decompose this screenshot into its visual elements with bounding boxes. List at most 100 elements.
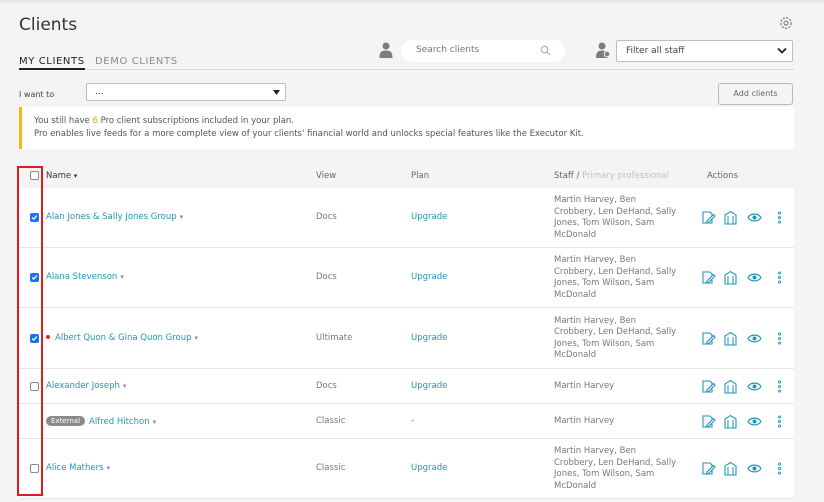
table-row[interactable]: External Alfred Hitchon ▾ Classic - Martin Ha… bbox=[19, 404, 794, 439]
edit-document-icon[interactable] bbox=[701, 270, 716, 285]
view-icon[interactable] bbox=[747, 461, 762, 476]
row-checkbox[interactable] bbox=[30, 381, 39, 391]
tab-my-clients[interactable]: MY CLIENTS bbox=[19, 56, 85, 70]
staff-line: McDonald bbox=[554, 229, 597, 240]
staff-line: Crobbery, Len DeHand, Sally bbox=[554, 327, 677, 337]
upgrade-link[interactable]: Upgrade bbox=[411, 272, 447, 282]
header-view: View bbox=[316, 171, 337, 181]
row-actions bbox=[701, 331, 782, 347]
staff-line: Jones, Tom Wilson, Sam bbox=[554, 218, 655, 228]
client-name-link[interactable]: Alice Mathers ▾ bbox=[46, 463, 110, 473]
client-staff: Martin Harvey, Ben Crobbery, Len DeHand, … bbox=[554, 195, 699, 241]
vault-icon[interactable] bbox=[723, 210, 738, 225]
edit-document-icon[interactable] bbox=[701, 210, 716, 225]
staff-filter-value: Filter all staff bbox=[626, 46, 685, 56]
view-icon[interactable] bbox=[747, 414, 762, 429]
staff-line: Martin Harvey bbox=[554, 415, 615, 426]
caret-down-icon[interactable]: ▾ bbox=[153, 418, 157, 426]
client-view: Docs bbox=[316, 272, 337, 282]
row-checkbox[interactable] bbox=[30, 333, 39, 343]
staff-line: Martin Harvey bbox=[554, 380, 615, 391]
row-actions bbox=[701, 414, 782, 430]
client-view: Docs bbox=[316, 380, 337, 391]
staff-line: Martin Harvey, Ben bbox=[554, 195, 637, 205]
notice-text-after: Pro client subscriptions included in you… bbox=[97, 116, 295, 126]
more-icon[interactable] bbox=[772, 210, 787, 225]
view-icon[interactable] bbox=[747, 379, 762, 394]
caret-down-icon[interactable]: ▾ bbox=[180, 213, 184, 221]
client-name: Alfred Hitchon bbox=[89, 416, 150, 427]
view-icon[interactable] bbox=[747, 210, 762, 225]
vault-icon[interactable] bbox=[723, 461, 738, 476]
view-icon[interactable] bbox=[747, 270, 762, 285]
caret-down-icon[interactable]: ▾ bbox=[120, 273, 124, 281]
table-row[interactable]: Alana Stevenson ▾ Docs Upgrade Martin Harvey… bbox=[19, 248, 794, 308]
row-checkbox[interactable] bbox=[30, 273, 39, 282]
notice-text-before: You still have bbox=[34, 116, 93, 126]
header-name[interactable]: Name ▾ bbox=[46, 171, 77, 181]
gear-icon[interactable] bbox=[778, 15, 794, 31]
vault-icon[interactable] bbox=[723, 331, 738, 346]
client-plan: - bbox=[411, 415, 415, 426]
staff-line: McDonald bbox=[554, 480, 597, 491]
client-staff: Martin Harvey, Ben Crobbery, Len DeHand, … bbox=[554, 446, 699, 492]
upgrade-link[interactable]: Upgrade bbox=[411, 333, 447, 343]
top-divider bbox=[0, 0, 824, 3]
upgrade-link[interactable]: Upgrade bbox=[411, 212, 447, 222]
add-clients-button[interactable]: Add clients bbox=[718, 83, 793, 105]
more-icon[interactable] bbox=[772, 461, 787, 476]
edit-document-icon[interactable] bbox=[701, 414, 716, 429]
tab-demo-clients[interactable]: DEMO CLIENTS bbox=[95, 56, 178, 67]
edit-document-icon[interactable] bbox=[701, 461, 716, 476]
staff-filter-select[interactable]: Filter all staff bbox=[616, 40, 793, 62]
upgrade-link[interactable]: Upgrade bbox=[411, 381, 447, 391]
bulk-action-select[interactable]: ... bbox=[86, 83, 286, 101]
row-checkbox[interactable] bbox=[30, 464, 39, 473]
caret-down-icon[interactable]: ▾ bbox=[107, 464, 111, 472]
table-row[interactable]: Albert Quon & Gina Quon Group ▾ Ultimate Up… bbox=[19, 308, 794, 369]
chevron-down-icon bbox=[777, 47, 787, 54]
client-staff: Martin Harvey, Ben Crobbery, Len DeHand, … bbox=[554, 316, 699, 362]
client-name: Alexander Joseph bbox=[46, 380, 120, 391]
view-icon[interactable] bbox=[747, 331, 762, 346]
edit-document-icon[interactable] bbox=[701, 331, 716, 346]
client-name: Alan Jones & Sally Jones Group bbox=[46, 212, 177, 222]
caret-down-icon[interactable]: ▾ bbox=[123, 382, 127, 390]
staff-line: Crobbery, Len DeHand, Sally bbox=[554, 457, 677, 468]
client-view: Docs bbox=[316, 212, 337, 222]
vault-icon[interactable] bbox=[723, 270, 738, 285]
client-name-link[interactable]: Alana Stevenson ▾ bbox=[46, 272, 124, 282]
sort-caret-icon: ▾ bbox=[73, 172, 78, 180]
upgrade-link[interactable]: Upgrade bbox=[411, 463, 447, 473]
client-name: Alice Mathers bbox=[46, 463, 104, 473]
header-name-label: Name bbox=[46, 171, 72, 181]
table-row[interactable]: Alan Jones & Sally Jones Group ▾ Docs Upgra… bbox=[19, 188, 794, 248]
staff-line: Martin Harvey, Ben bbox=[554, 255, 637, 265]
table-header: Name ▾ View Plan Staff / Primary profess… bbox=[19, 163, 794, 188]
client-name-link[interactable]: Albert Quon & Gina Quon Group ▾ bbox=[46, 333, 198, 343]
select-all-checkbox[interactable] bbox=[30, 171, 39, 180]
subscription-notice: You still have 6 Pro client subscription… bbox=[19, 107, 794, 149]
row-checkbox[interactable] bbox=[30, 213, 39, 222]
external-badge: External bbox=[46, 415, 86, 426]
more-icon[interactable] bbox=[772, 414, 787, 429]
table-row[interactable]: Alice Mathers ▾ Classic Upgrade Martin Harve… bbox=[19, 439, 794, 499]
staff-line: Jones, Tom Wilson, Sam bbox=[554, 278, 655, 288]
staff-line: McDonald bbox=[554, 350, 597, 360]
vault-icon[interactable] bbox=[723, 414, 738, 429]
alert-dot bbox=[46, 334, 50, 339]
caret-down-icon[interactable]: ▾ bbox=[195, 334, 199, 342]
client-name-link[interactable]: External Alfred Hitchon ▾ bbox=[46, 415, 157, 427]
edit-document-icon[interactable] bbox=[701, 379, 716, 394]
search-icon[interactable] bbox=[540, 45, 551, 56]
vault-icon[interactable] bbox=[723, 379, 738, 394]
search-input[interactable] bbox=[416, 45, 536, 55]
more-icon[interactable] bbox=[772, 379, 787, 394]
client-name-link[interactable]: Alan Jones & Sally Jones Group ▾ bbox=[46, 212, 183, 222]
staff-line: Martin Harvey, Ben bbox=[554, 446, 637, 456]
more-icon[interactable] bbox=[772, 270, 787, 285]
more-icon[interactable] bbox=[772, 331, 787, 346]
client-view: Ultimate bbox=[316, 332, 353, 343]
table-row[interactable]: Alexander Joseph ▾ Docs Upgrade Martin Harve… bbox=[19, 369, 794, 404]
client-name-link[interactable]: Alexander Joseph ▾ bbox=[46, 381, 126, 391]
